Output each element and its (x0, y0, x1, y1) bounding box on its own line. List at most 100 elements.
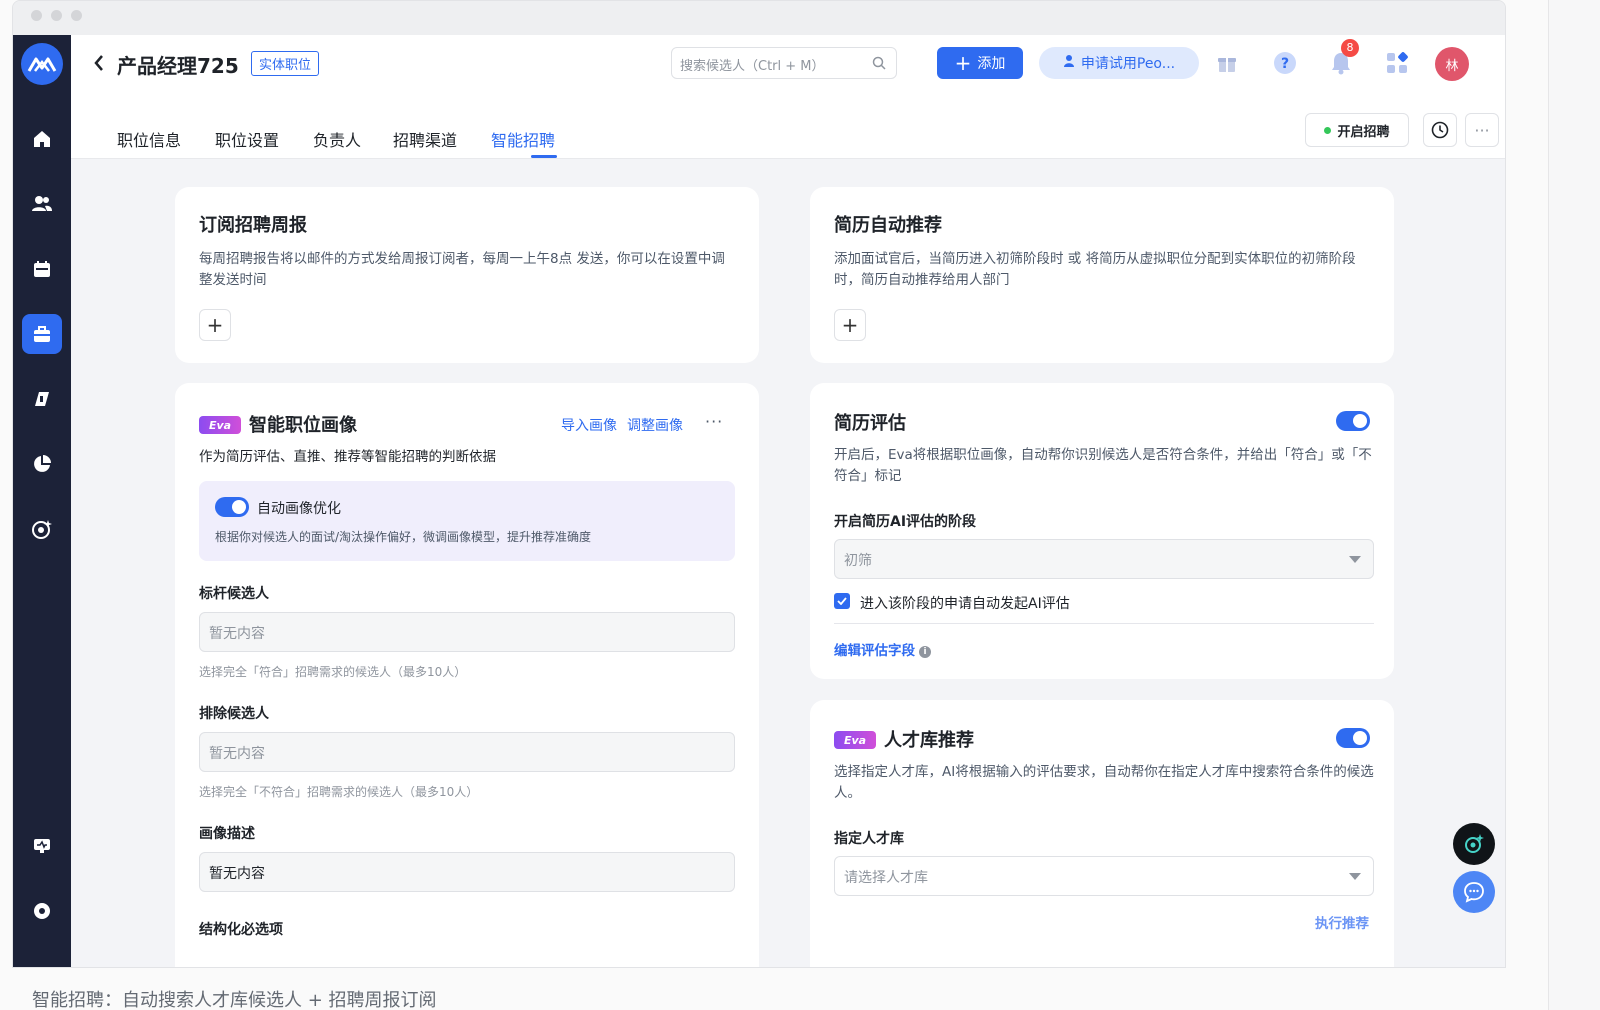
describe-value: 暂无内容 (209, 866, 265, 882)
eval-stage-select[interactable]: 初筛 (834, 539, 1374, 579)
resume-eval-desc: 开启后，Eva将根据职位画像，自动帮你识别候选人是否符合条件，并给出「符合」或「… (834, 447, 1372, 484)
pool-placeholder: 请选择人才库 (844, 870, 928, 886)
benchmark-value: 暂无内容 (209, 626, 265, 642)
weekly-report-card: 订阅招聘周报 每周招聘报告将以邮件的方式发给周报订阅者，每周一上午8点 发送，你… (175, 187, 759, 363)
history-clock-button[interactable] (1423, 113, 1457, 147)
info-icon[interactable]: i (919, 646, 931, 658)
tab-job-info[interactable]: 职位信息 (117, 127, 181, 151)
jobs-briefcase-icon[interactable] (22, 314, 62, 354)
top-bar: 产品经理725 实体职位 搜索候选人（Ctrl + M） + 添加 申请试用Pe… (71, 35, 1505, 159)
pool-label: 指定人才库 (834, 831, 904, 847)
svg-text:?: ? (1281, 56, 1289, 72)
candidates-icon[interactable] (22, 184, 62, 224)
window-minimize-dot[interactable] (51, 10, 62, 21)
add-button-label: 添加 (977, 56, 1006, 72)
exclude-hint: 选择完全「不符合」招聘需求的候选人（最多10人） (199, 785, 479, 799)
apply-trial-label: 申请试用Peo... (1080, 56, 1176, 72)
talent-pool-icon[interactable] (22, 379, 62, 419)
title-bar (13, 1, 1505, 35)
active-tab-underline (531, 155, 557, 158)
edit-eval-fields-link[interactable]: 编辑评估字段 i (834, 639, 931, 659)
window-close-dot[interactable] (31, 10, 42, 21)
checkmark-icon (837, 597, 847, 605)
apps-grid-icon[interactable] (1383, 49, 1411, 77)
reports-pie-icon[interactable] (22, 444, 62, 484)
weekly-report-title: 订阅招聘周报 (199, 215, 307, 236)
page-title: 产品经理725 (117, 54, 239, 78)
back-chevron-icon[interactable] (93, 53, 105, 78)
auto-recommend-card: 简历自动推荐 添加面试官后，当简历进入初筛阶段时 或 将简历从虚拟职位分配到实体… (810, 187, 1394, 363)
ai-sparkle-icon (1465, 834, 1484, 853)
status-dot-icon (1324, 126, 1332, 134)
talent-pool-toggle[interactable] (1336, 728, 1370, 748)
ai-target-icon[interactable] (22, 509, 62, 549)
open-recruit-button[interactable]: 开启招聘 (1305, 113, 1409, 147)
benchmark-candidates-field[interactable]: 暂无内容 (199, 612, 735, 652)
exclude-candidates-field[interactable]: 暂无内容 (199, 732, 735, 772)
auto-recommend-desc: 添加面试官后，当简历进入初筛阶段时 或 将简历从虚拟职位分配到实体职位的初筛阶段… (834, 251, 1356, 288)
plus-icon: + (206, 313, 224, 337)
search-input[interactable]: 搜索候选人（Ctrl + M） (671, 47, 897, 79)
search-placeholder: 搜索候选人（Ctrl + M） (680, 59, 825, 74)
chevron-down-icon (1349, 873, 1361, 880)
exclude-label: 排除候选人 (199, 706, 269, 722)
auto-eval-checkbox[interactable] (834, 593, 850, 609)
settings-gear-icon[interactable] (22, 891, 62, 931)
structured-label: 结构化必选项 (199, 922, 283, 938)
tab-owner[interactable]: 负责人 (313, 127, 361, 151)
ai-assistant-fab[interactable] (1453, 823, 1495, 865)
plus-icon: + (841, 313, 859, 337)
open-recruit-label: 开启招聘 (1337, 124, 1390, 140)
gift-icon[interactable] (1213, 49, 1241, 77)
notification-badge: 8 (1341, 39, 1359, 57)
job-type-tag: 实体职位 (251, 51, 320, 76)
chat-support-fab[interactable] (1453, 871, 1495, 913)
edit-eval-fields-label: 编辑评估字段 (834, 643, 915, 659)
sidebar (13, 35, 71, 967)
right-edge-strip (1548, 0, 1600, 1010)
monitor-icon[interactable] (22, 826, 62, 866)
search-icon[interactable] (872, 56, 886, 74)
chevron-down-icon (1349, 556, 1361, 563)
tab-channels[interactable]: 招聘渠道 (393, 127, 457, 151)
app-logo-icon[interactable] (21, 43, 63, 85)
smart-persona-title: 智能职位画像 (249, 415, 357, 436)
auto-optimize-toggle[interactable] (215, 497, 249, 517)
user-avatar[interactable]: 林 (1435, 47, 1469, 81)
tab-job-settings[interactable]: 职位设置 (215, 127, 279, 151)
resume-eval-toggle[interactable] (1336, 411, 1370, 431)
pool-select[interactable]: 请选择人才库 (834, 856, 1374, 896)
add-interviewer-button[interactable]: + (834, 309, 866, 341)
benchmark-label: 标杆候选人 (199, 586, 269, 602)
exclude-value: 暂无内容 (209, 746, 265, 762)
eva-badge: Eva (834, 731, 876, 749)
help-icon[interactable]: ? (1271, 49, 1299, 77)
adjust-persona-link[interactable]: 调整画像 (627, 415, 683, 435)
eval-stage-value: 初筛 (844, 553, 872, 569)
smart-persona-desc: 作为简历评估、直推、推荐等智能招聘的判断依据 (199, 449, 496, 465)
persona-more-icon[interactable]: ··· (705, 412, 723, 431)
more-options-button[interactable]: ··· (1465, 113, 1499, 147)
auto-recommend-title: 简历自动推荐 (834, 215, 942, 236)
import-persona-link[interactable]: 导入画像 (561, 415, 617, 435)
window-maximize-dot[interactable] (71, 10, 82, 21)
screenshot-caption: 智能招聘：自动搜索人才库候选人 + 招聘周报订阅 (32, 990, 437, 1010)
chat-bubble-icon (1464, 882, 1484, 903)
eva-badge: Eva (199, 416, 241, 434)
add-subscriber-button[interactable]: + (199, 309, 231, 341)
clock-icon (1431, 121, 1449, 139)
resume-eval-card: 简历评估 开启后，Eva将根据职位画像，自动帮你识别候选人是否符合条件，并给出「… (810, 383, 1394, 679)
describe-field[interactable]: 暂无内容 (199, 852, 735, 892)
app-window: 产品经理725 实体职位 搜索候选人（Ctrl + M） + 添加 申请试用Pe… (12, 0, 1506, 968)
plus-icon: + (954, 51, 972, 75)
add-button[interactable]: + 添加 (937, 47, 1023, 79)
tab-smart-recruit[interactable]: 智能招聘 (491, 127, 555, 151)
home-icon[interactable] (22, 119, 62, 159)
resume-eval-title: 简历评估 (834, 413, 906, 434)
apply-trial-button[interactable]: 申请试用Peo... (1039, 47, 1199, 79)
benchmark-hint: 选择完全「符合」招聘需求的候选人（最多10人） (199, 665, 467, 679)
smart-persona-card: Eva 智能职位画像 导入画像 调整画像 ··· 作为简历评估、直推、推荐等智能… (175, 383, 759, 967)
talent-pool-title: 人才库推荐 (884, 730, 974, 751)
run-recommend-link[interactable]: 执行推荐 (1315, 912, 1369, 932)
calendar-icon[interactable] (22, 249, 62, 289)
